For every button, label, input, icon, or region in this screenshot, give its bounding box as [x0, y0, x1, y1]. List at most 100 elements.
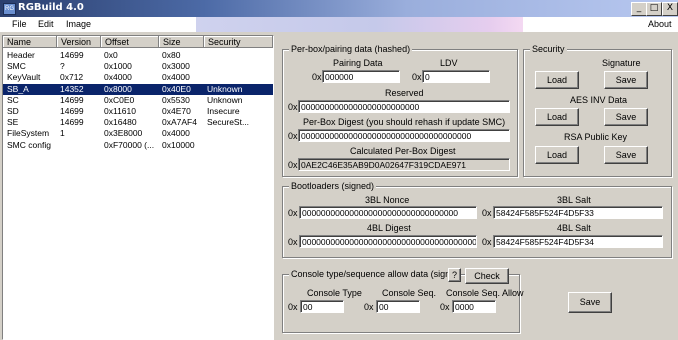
- cell-version: 0x712: [60, 72, 84, 83]
- menu-bar-decoration: [196, 17, 523, 32]
- minimize-button[interactable]: _: [631, 2, 647, 16]
- 4bl-salt-label: 4BL Salt: [557, 223, 591, 233]
- section-list[interactable]: Name Version Offset Size Security Header…: [2, 35, 274, 340]
- cell-name: SC: [7, 94, 19, 105]
- 4bl-digest-input[interactable]: 0000000000000000000000000000000000000000: [299, 235, 477, 248]
- cell-size: 0x80: [162, 50, 181, 60]
- list-row-smc[interactable]: SMC? 0x1000 0x3000: [3, 61, 273, 72]
- 3bl-salt-input[interactable]: 58424F585F524F4D5F33: [493, 206, 663, 219]
- console-seq-allow-input[interactable]: 0000: [452, 300, 496, 313]
- title-bar[interactable]: [0, 0, 678, 17]
- rsa-save-button[interactable]: Save: [604, 146, 648, 164]
- console-help-button[interactable]: ?: [448, 268, 461, 282]
- cell-offset: 0x3E8000: [104, 128, 143, 139]
- column-header-security[interactable]: Security: [204, 36, 273, 48]
- rsa-load-button[interactable]: Load: [535, 146, 579, 164]
- cell-offset: 0x4000: [104, 72, 132, 83]
- 3bl-nonce-label: 3BL Nonce: [365, 195, 410, 205]
- cell-version: 14699: [60, 106, 84, 116]
- per-box-digest-input[interactable]: 000000000000000000000000000000000000: [298, 129, 510, 142]
- check-button[interactable]: Check: [465, 268, 509, 284]
- cell-version: ?: [60, 61, 65, 72]
- reserved-label: Reserved: [385, 88, 424, 98]
- 4bl-salt-prefix: 0x: [482, 237, 492, 247]
- pairing-data-prefix: 0x: [312, 72, 322, 82]
- signature-label: Signature: [602, 58, 641, 68]
- 3bl-nonce-prefix: 0x: [288, 208, 298, 218]
- cell-name: SE: [7, 117, 19, 128]
- signature-save-button[interactable]: Save: [604, 71, 648, 89]
- cell-name: Header: [7, 50, 35, 60]
- close-button[interactable]: X: [662, 2, 678, 16]
- cell-security: Unknown: [207, 83, 243, 94]
- list-row-sd[interactable]: SD 14699 0x11610 0x4E70 Insecure: [3, 106, 273, 117]
- list-row-sb-a[interactable]: SB_A 14352 0x8000 0x40E0 Unknown: [3, 83, 273, 95]
- aes-inv-data-label: AES INV Data: [570, 95, 628, 105]
- cell-offset: 0x0: [104, 50, 118, 60]
- app-icon: RG: [3, 3, 16, 15]
- cell-version: 14699: [60, 50, 84, 60]
- reserved-input[interactable]: 0000000000000000000000000: [298, 100, 510, 113]
- 3bl-nonce-input[interactable]: 000000000000000000000000000000000: [299, 206, 477, 219]
- cell-version: 14699: [60, 94, 84, 105]
- ldv-input[interactable]: 0: [422, 70, 490, 83]
- console-type-input[interactable]: 00: [300, 300, 344, 313]
- cell-version: 14352: [60, 83, 84, 94]
- aes-load-button[interactable]: Load: [535, 108, 579, 126]
- cell-security: Unknown: [207, 94, 243, 105]
- pairing-data-input[interactable]: 000000: [322, 70, 400, 83]
- cell-name: SMC: [7, 61, 26, 72]
- column-header-size[interactable]: Size: [159, 36, 204, 48]
- console-seq-input[interactable]: 00: [376, 300, 420, 313]
- list-row-se[interactable]: SE 14699 0x16480 0xA7AF4 SecureSt...: [3, 117, 273, 128]
- console-seq-allow-label: Console Seq. Allow: [446, 288, 524, 298]
- cell-size: 0x4000: [162, 72, 190, 83]
- pairing-data-title: Per-box/pairing data (hashed): [289, 44, 413, 54]
- maximize-button[interactable]: □: [646, 2, 662, 16]
- 4bl-digest-label: 4BL Digest: [367, 223, 411, 233]
- save-button[interactable]: Save: [568, 292, 612, 313]
- per-box-digest-label: Per-Box Digest (you should rehash if upd…: [303, 117, 506, 127]
- list-row-smc-config[interactable]: SMC config 0xF70000 (... 0x10000: [3, 140, 273, 151]
- cell-size: 0x5530: [162, 94, 190, 105]
- cell-version: 14699: [60, 117, 84, 128]
- ldv-prefix: 0x: [412, 72, 422, 82]
- cell-offset: 0x11610: [104, 106, 136, 116]
- cell-name: KeyVault: [7, 72, 41, 83]
- menu-image[interactable]: Image: [66, 19, 91, 29]
- 3bl-salt-label: 3BL Salt: [557, 195, 591, 205]
- 4bl-salt-input[interactable]: 58424F585F524F4D5F34: [493, 235, 663, 248]
- calculated-digest-prefix: 0x: [288, 160, 298, 170]
- cell-size: 0x4E70: [162, 106, 191, 116]
- console-allow-title: Console type/sequence allow data (sign: [289, 269, 453, 279]
- reserved-prefix: 0x: [288, 102, 298, 112]
- aes-save-button[interactable]: Save: [604, 108, 648, 126]
- cell-name: SB_A: [7, 83, 29, 94]
- cell-security: SecureSt...: [207, 117, 250, 128]
- cell-version: 1: [60, 128, 65, 139]
- list-row-filesystem[interactable]: FileSystem 1 0x3E8000 0x4000: [3, 128, 273, 139]
- 4bl-digest-prefix: 0x: [288, 237, 298, 247]
- cell-name: FileSystem: [7, 128, 50, 139]
- column-header-offset[interactable]: Offset: [101, 36, 159, 48]
- list-row-sc[interactable]: SC 14699 0xC0E0 0x5530 Unknown: [3, 95, 273, 106]
- menu-about[interactable]: About: [648, 19, 672, 29]
- per-box-digest-prefix: 0x: [288, 131, 298, 141]
- column-header-version[interactable]: Version: [57, 36, 101, 48]
- cell-name: SMC config: [7, 139, 51, 150]
- console-type-prefix: 0x: [288, 302, 298, 312]
- cell-offset: 0x1000: [104, 61, 132, 72]
- cell-name: SD: [7, 106, 19, 116]
- cell-offset: 0xC0E0: [104, 94, 135, 105]
- cell-size: 0x10000: [162, 139, 195, 150]
- menu-edit[interactable]: Edit: [38, 19, 54, 29]
- signature-load-button[interactable]: Load: [535, 71, 579, 89]
- cell-size: 0xA7AF4: [162, 117, 197, 128]
- column-header-name[interactable]: Name: [3, 36, 57, 48]
- window-title: RGBuild 4.0: [18, 2, 84, 13]
- list-row-keyvault[interactable]: KeyVault 0x712 0x4000 0x4000: [3, 72, 273, 83]
- list-row-header[interactable]: Header 14699 0x0 0x80: [3, 50, 273, 61]
- cell-security: Insecure: [207, 106, 240, 116]
- rsa-public-key-label: RSA Public Key: [564, 132, 628, 142]
- menu-file[interactable]: File: [12, 19, 27, 29]
